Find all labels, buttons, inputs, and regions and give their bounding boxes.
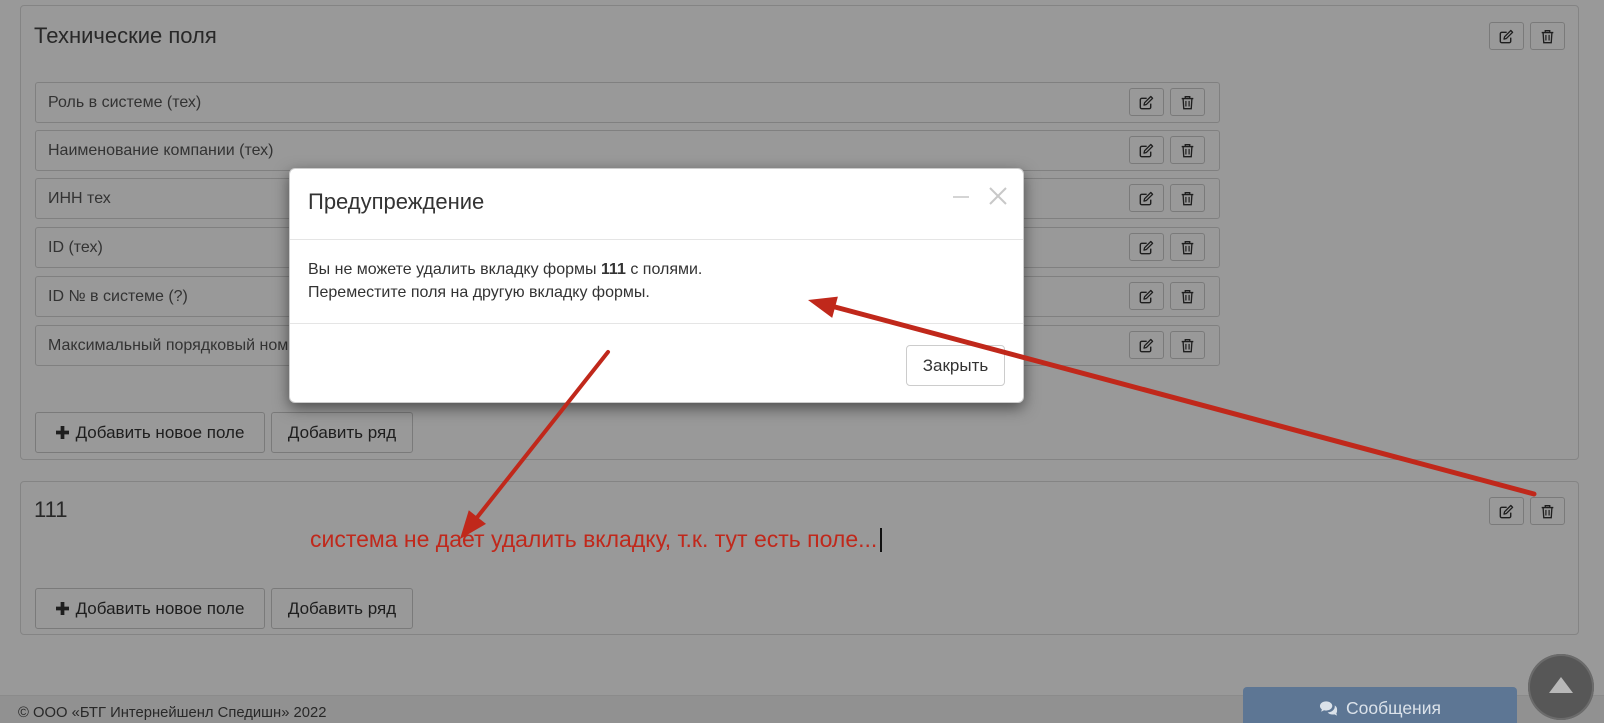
annotation-note-text: система не дает удалить вкладку, т.к. ту… — [310, 526, 878, 552]
modal-footer: Закрыть — [290, 323, 1023, 403]
modal-message-line-1: Вы не можете удалить вкладку формы 111 с… — [308, 259, 1005, 282]
form-tabs-editor-page: Технические поля Роль в системе (тех) На… — [0, 0, 1604, 723]
message-prefix: Вы не можете удалить вкладку формы — [308, 261, 601, 278]
close-button[interactable]: Закрыть — [906, 345, 1005, 386]
modal-title: Предупреждение — [308, 189, 485, 214]
close-icon-glyph — [989, 187, 1007, 205]
annotation-note: система не дает удалить вкладку, т.к. ту… — [310, 525, 883, 553]
tab-name: 111 — [600, 261, 626, 278]
comments-icon — [1319, 701, 1338, 716]
modal-body: Вы не можете удалить вкладку формы 111 с… — [290, 239, 1023, 323]
message-suffix: с полями. — [625, 261, 703, 278]
minimize-icon[interactable] — [953, 194, 971, 200]
text-cursor — [880, 528, 883, 552]
modal-header: Предупреждение — [290, 169, 1023, 240]
messages-button[interactable]: Сообщения — [1243, 687, 1517, 723]
close-icon[interactable] — [987, 185, 1009, 207]
triangle-up-icon — [1549, 677, 1573, 693]
modal-message-line-2: Переместите поля на другую вкладку формы… — [308, 283, 650, 301]
messages-label: Сообщения — [1346, 698, 1441, 718]
scroll-to-top-button[interactable] — [1528, 654, 1594, 720]
warning-modal: Предупреждение Вы не можете удалить вкла… — [289, 168, 1024, 403]
